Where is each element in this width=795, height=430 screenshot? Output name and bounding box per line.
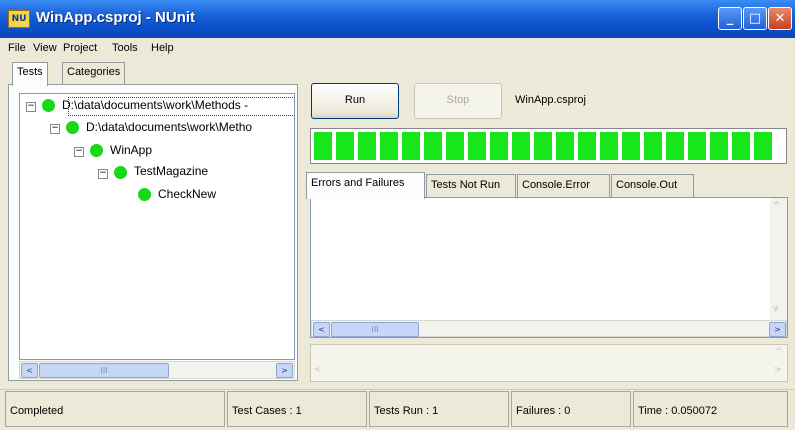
passed-status-icon (66, 121, 79, 134)
progress-segment (336, 132, 354, 160)
status-bar: Completed Test Cases : 1 Tests Run : 1 F… (0, 389, 795, 430)
scroll-up-button[interactable]: ^ (773, 201, 781, 211)
progress-segment (424, 132, 442, 160)
progress-segment (358, 132, 376, 160)
progress-segment (534, 132, 552, 160)
tree-horizontal-scrollbar[interactable]: < III > (19, 361, 295, 379)
errors-horizontal-scrollbar[interactable]: < III > (311, 320, 787, 337)
title-bar[interactable]: NU WinApp.csproj - NUnit _ □ ✕ (0, 0, 795, 38)
minimize-button[interactable]: _ (718, 7, 742, 30)
menu-file[interactable]: File (8, 42, 26, 54)
progress-segment (380, 132, 398, 160)
status-time: Time : 0.050072 (633, 391, 788, 427)
progress-segment (732, 132, 750, 160)
stack-scroll-left-button[interactable]: < (314, 365, 322, 375)
progress-segment (490, 132, 508, 160)
tree-node-fixture[interactable]: TestMagazine (134, 164, 208, 178)
progress-segment (622, 132, 640, 160)
tree-node-assembly[interactable]: D:\data\documents\work\Metho (86, 120, 252, 134)
passed-status-icon (90, 144, 103, 157)
tab-console-error[interactable]: Console.Error (517, 174, 610, 198)
scroll-left-button[interactable]: < (21, 363, 38, 378)
scroll-right-button[interactable]: > (769, 322, 786, 337)
progress-segment (600, 132, 618, 160)
progress-segment (754, 132, 772, 160)
test-tree[interactable]: − D:\data\documents\work\Methods - − D:\… (19, 93, 295, 360)
passed-status-icon (138, 188, 151, 201)
progress-segment (666, 132, 684, 160)
panel-splitter[interactable] (298, 62, 302, 382)
window-title: WinApp.csproj - NUnit (36, 9, 196, 26)
tree-node-namespace[interactable]: WinApp (110, 143, 152, 157)
tab-console-out[interactable]: Console.Out (611, 174, 694, 198)
errors-list[interactable]: ^ v < III > (310, 197, 788, 338)
stop-button[interactable]: Stop (414, 83, 502, 119)
progress-segment (468, 132, 486, 160)
status-failures: Failures : 0 (511, 391, 631, 427)
errors-vertical-scrollbar[interactable]: ^ v (770, 198, 787, 320)
status-tests-run: Tests Run : 1 (369, 391, 509, 427)
menu-view[interactable]: View (33, 42, 57, 54)
nunit-window: NU WinApp.csproj - NUnit _ □ ✕ File View… (0, 0, 795, 430)
status-test-cases: Test Cases : 1 (227, 391, 367, 427)
stack-scroll-right-button[interactable]: > (774, 365, 782, 375)
scroll-thumb[interactable]: III (331, 322, 419, 337)
progress-segment (710, 132, 728, 160)
progress-segment (446, 132, 464, 160)
stack-scroll-up-button[interactable]: ^ (775, 347, 783, 357)
progress-segment (314, 132, 332, 160)
progress-segment (402, 132, 420, 160)
passed-status-icon (42, 99, 55, 112)
tree-node-test[interactable]: CheckNew (158, 187, 216, 201)
tree-expander[interactable]: − (26, 102, 36, 112)
scroll-right-button[interactable]: > (276, 363, 293, 378)
close-button[interactable]: ✕ (768, 7, 792, 30)
tab-errors-and-failures[interactable]: Errors and Failures (306, 172, 425, 199)
tab-tests[interactable]: Tests (12, 62, 48, 86)
maximize-button[interactable]: □ (743, 7, 767, 30)
progress-segment (556, 132, 574, 160)
tab-categories[interactable]: Categories (62, 62, 126, 84)
test-progress-bar (310, 128, 787, 164)
scroll-left-button[interactable]: < (313, 322, 330, 337)
stack-trace-box[interactable]: < > ^ (310, 344, 788, 382)
menu-bar: File View Project Tools Help (0, 38, 795, 60)
progress-segment (644, 132, 662, 160)
tests-panel: − D:\data\documents\work\Methods - − D:\… (8, 84, 298, 381)
tree-expander[interactable]: − (74, 147, 84, 157)
tab-tests-not-run[interactable]: Tests Not Run (426, 174, 516, 198)
passed-status-icon (114, 166, 127, 179)
progress-segment (578, 132, 596, 160)
tree-expander[interactable]: − (50, 124, 60, 134)
menu-project[interactable]: Project (63, 42, 97, 54)
progress-segment (688, 132, 706, 160)
menu-help[interactable]: Help (151, 42, 174, 54)
scroll-down-button[interactable]: v (773, 304, 778, 314)
project-name-label: WinApp.csproj (515, 94, 586, 106)
run-button[interactable]: Run (311, 83, 399, 119)
scroll-thumb[interactable]: III (39, 363, 169, 378)
nunit-app-icon: NU (8, 10, 30, 28)
tree-node-project-root[interactable]: D:\data\documents\work\Methods - (62, 98, 248, 112)
progress-segment (512, 132, 530, 160)
tree-expander[interactable]: − (98, 169, 108, 179)
status-state: Completed (5, 391, 225, 427)
menu-tools[interactable]: Tools (112, 42, 138, 54)
